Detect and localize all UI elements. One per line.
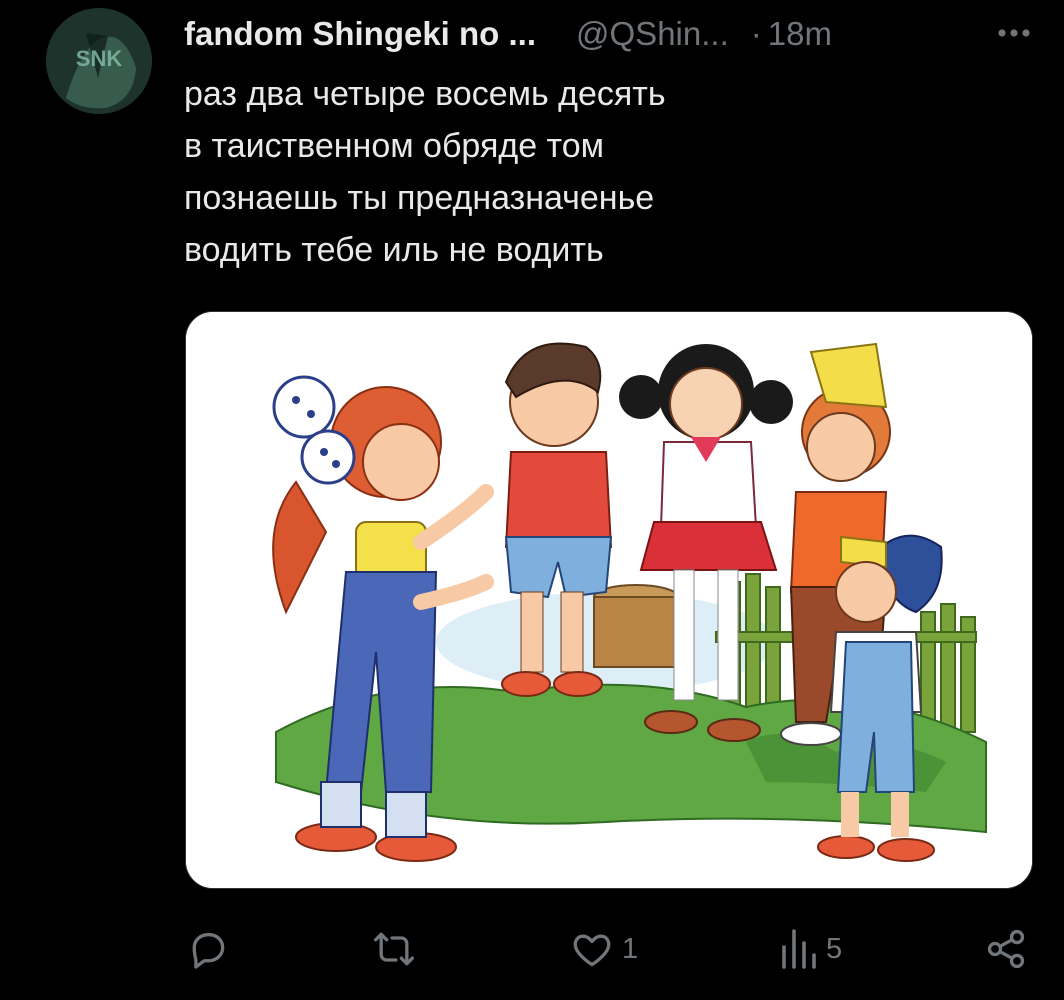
views-bar-chart-icon (778, 927, 818, 971)
tweet-media-image[interactable] (185, 311, 1033, 889)
views-button[interactable]: 5 (778, 922, 842, 976)
reply-icon (186, 927, 230, 971)
tweet-text-line: познаешь ты предназначенье (184, 179, 655, 217)
more-horizontal-icon (998, 29, 1030, 37)
cartoon-children-illustration (186, 312, 1032, 888)
author-display-name[interactable]: fandom Shingeki no ... (184, 15, 536, 53)
avatar-image: SNK (46, 8, 152, 114)
share-icon (984, 927, 1028, 971)
retweet-icon (372, 927, 416, 971)
tweet-text: раз два четыре восемь десять в таиственн… (184, 68, 984, 276)
avatar-logo-text: SNK (76, 46, 123, 71)
tweet-timestamp[interactable]: 18m (768, 15, 832, 53)
author-handle[interactable]: @QShin... (576, 15, 729, 53)
tweet-text-line: в таиственном обряде том (184, 127, 605, 165)
reply-button[interactable] (186, 922, 230, 976)
tweet-action-bar: 1 5 (186, 922, 1034, 976)
more-options-button[interactable] (994, 18, 1034, 48)
like-button[interactable]: 1 (570, 922, 638, 976)
retweet-button[interactable] (372, 922, 424, 976)
heart-icon (570, 927, 614, 971)
avatar[interactable]: SNK (46, 8, 152, 114)
tweet-header: fandom Shingeki no ... @QShin... · 18m (184, 12, 1034, 56)
separator-dot: · (750, 15, 762, 52)
tweet-text-line: водить тебе иль не водить (184, 231, 604, 269)
tweet-text-line: раз два четыре восемь десять (184, 75, 666, 113)
share-button[interactable] (984, 922, 1028, 976)
views-count: 5 (826, 932, 843, 965)
like-count: 1 (622, 932, 639, 965)
